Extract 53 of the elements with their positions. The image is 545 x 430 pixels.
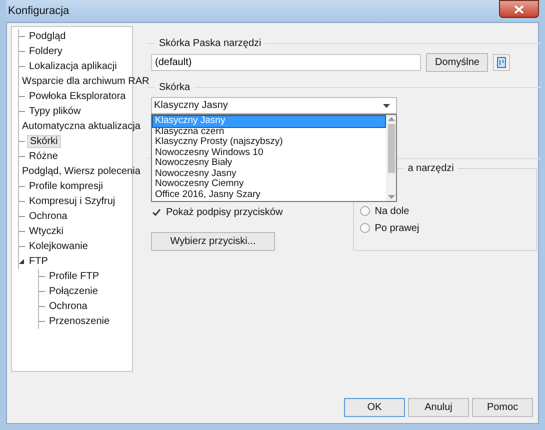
group-title: Skórka Paska narzędzi <box>158 38 262 49</box>
scrollbar[interactable] <box>386 115 396 201</box>
tree-item[interactable]: Różne <box>27 151 60 162</box>
dropdown-option[interactable]: Klasyczny Prosty (najszybszy) <box>153 137 385 148</box>
tree-item[interactable]: Podgląd <box>27 31 68 42</box>
checkbox[interactable] <box>151 207 162 218</box>
dropdown-option[interactable]: Nowoczesny Biały <box>153 158 385 168</box>
tree-item[interactable]: Foldery <box>27 46 64 57</box>
window-title: Konfiguracja <box>7 5 70 17</box>
scroll-up-icon <box>388 117 394 121</box>
checkbox-label: Pokaż podpisy przycisków <box>166 207 283 218</box>
choose-buttons-button[interactable]: Wybierz przyciski... <box>151 232 275 251</box>
tree-item[interactable]: Wsparcie dla archiwum RAR <box>20 76 152 87</box>
dialog-button[interactable]: Anuluj <box>408 398 469 417</box>
dropdown-option[interactable]: Nowoczesny Jasny <box>153 168 385 179</box>
tree-item[interactable]: Profile FTP <box>47 271 102 282</box>
scroll-down-icon <box>388 195 394 199</box>
close-icon <box>514 4 524 14</box>
tree-item[interactable]: Ochrona <box>27 211 70 222</box>
tree-item[interactable]: Lokalizacja aplikacji <box>27 61 119 72</box>
dropdown-option[interactable]: Office 2016, Jasny Szary <box>153 190 385 200</box>
tree-item[interactable]: Powłoka Eksploratora <box>27 91 128 102</box>
tree-item[interactable]: Wtyczki <box>27 226 66 237</box>
radio-button[interactable] <box>360 223 370 233</box>
toolbar-skin-field[interactable]: (default) <box>151 54 421 71</box>
tree-item[interactable]: Połączenie <box>47 286 100 297</box>
default-button[interactable]: Domyślne <box>426 53 488 72</box>
tree-item[interactable]: Kolejkowanie <box>27 241 90 252</box>
skin-dropdown[interactable]: Klasyczny Jasny <box>151 97 397 114</box>
page-icon <box>497 57 506 68</box>
caret-icon <box>383 104 390 108</box>
tree-item[interactable]: Skórki <box>27 135 61 148</box>
close-button[interactable] <box>499 0 539 18</box>
tree-item[interactable]: Ochrona <box>47 301 90 312</box>
dropdown-option[interactable]: Nowoczesny Windows 10 <box>153 148 385 158</box>
group-title: a narzędzi <box>406 163 455 174</box>
tree-item[interactable]: Typy plików <box>27 106 83 117</box>
browse-button[interactable] <box>493 54 510 71</box>
tree-item[interactable]: Przenoszenie <box>47 316 112 327</box>
tree-item[interactable]: Automatyczna aktualizacja <box>20 121 142 132</box>
dropdown-option[interactable]: Nowoczesny Ciemny <box>153 179 385 190</box>
group-title: Skórka <box>158 82 192 93</box>
radio-label: Na dole <box>374 206 410 216</box>
expand-arrow-icon[interactable] <box>18 258 25 265</box>
dropdown-option[interactable]: Klasyczna czerń <box>153 126 385 137</box>
radio-button[interactable] <box>360 206 370 216</box>
tree-item[interactable]: Podgląd, Wiersz polecenia <box>20 166 142 177</box>
tree-item[interactable]: FTP <box>27 256 50 267</box>
tree-item[interactable]: Profile kompresji <box>27 181 105 192</box>
tree-item[interactable]: Kompresuj i Szyfruj <box>27 196 118 207</box>
dialog-button[interactable]: Pomoc <box>472 398 533 417</box>
radio-label: Po prawej <box>374 222 420 234</box>
dialog-button[interactable]: OK <box>344 398 405 417</box>
